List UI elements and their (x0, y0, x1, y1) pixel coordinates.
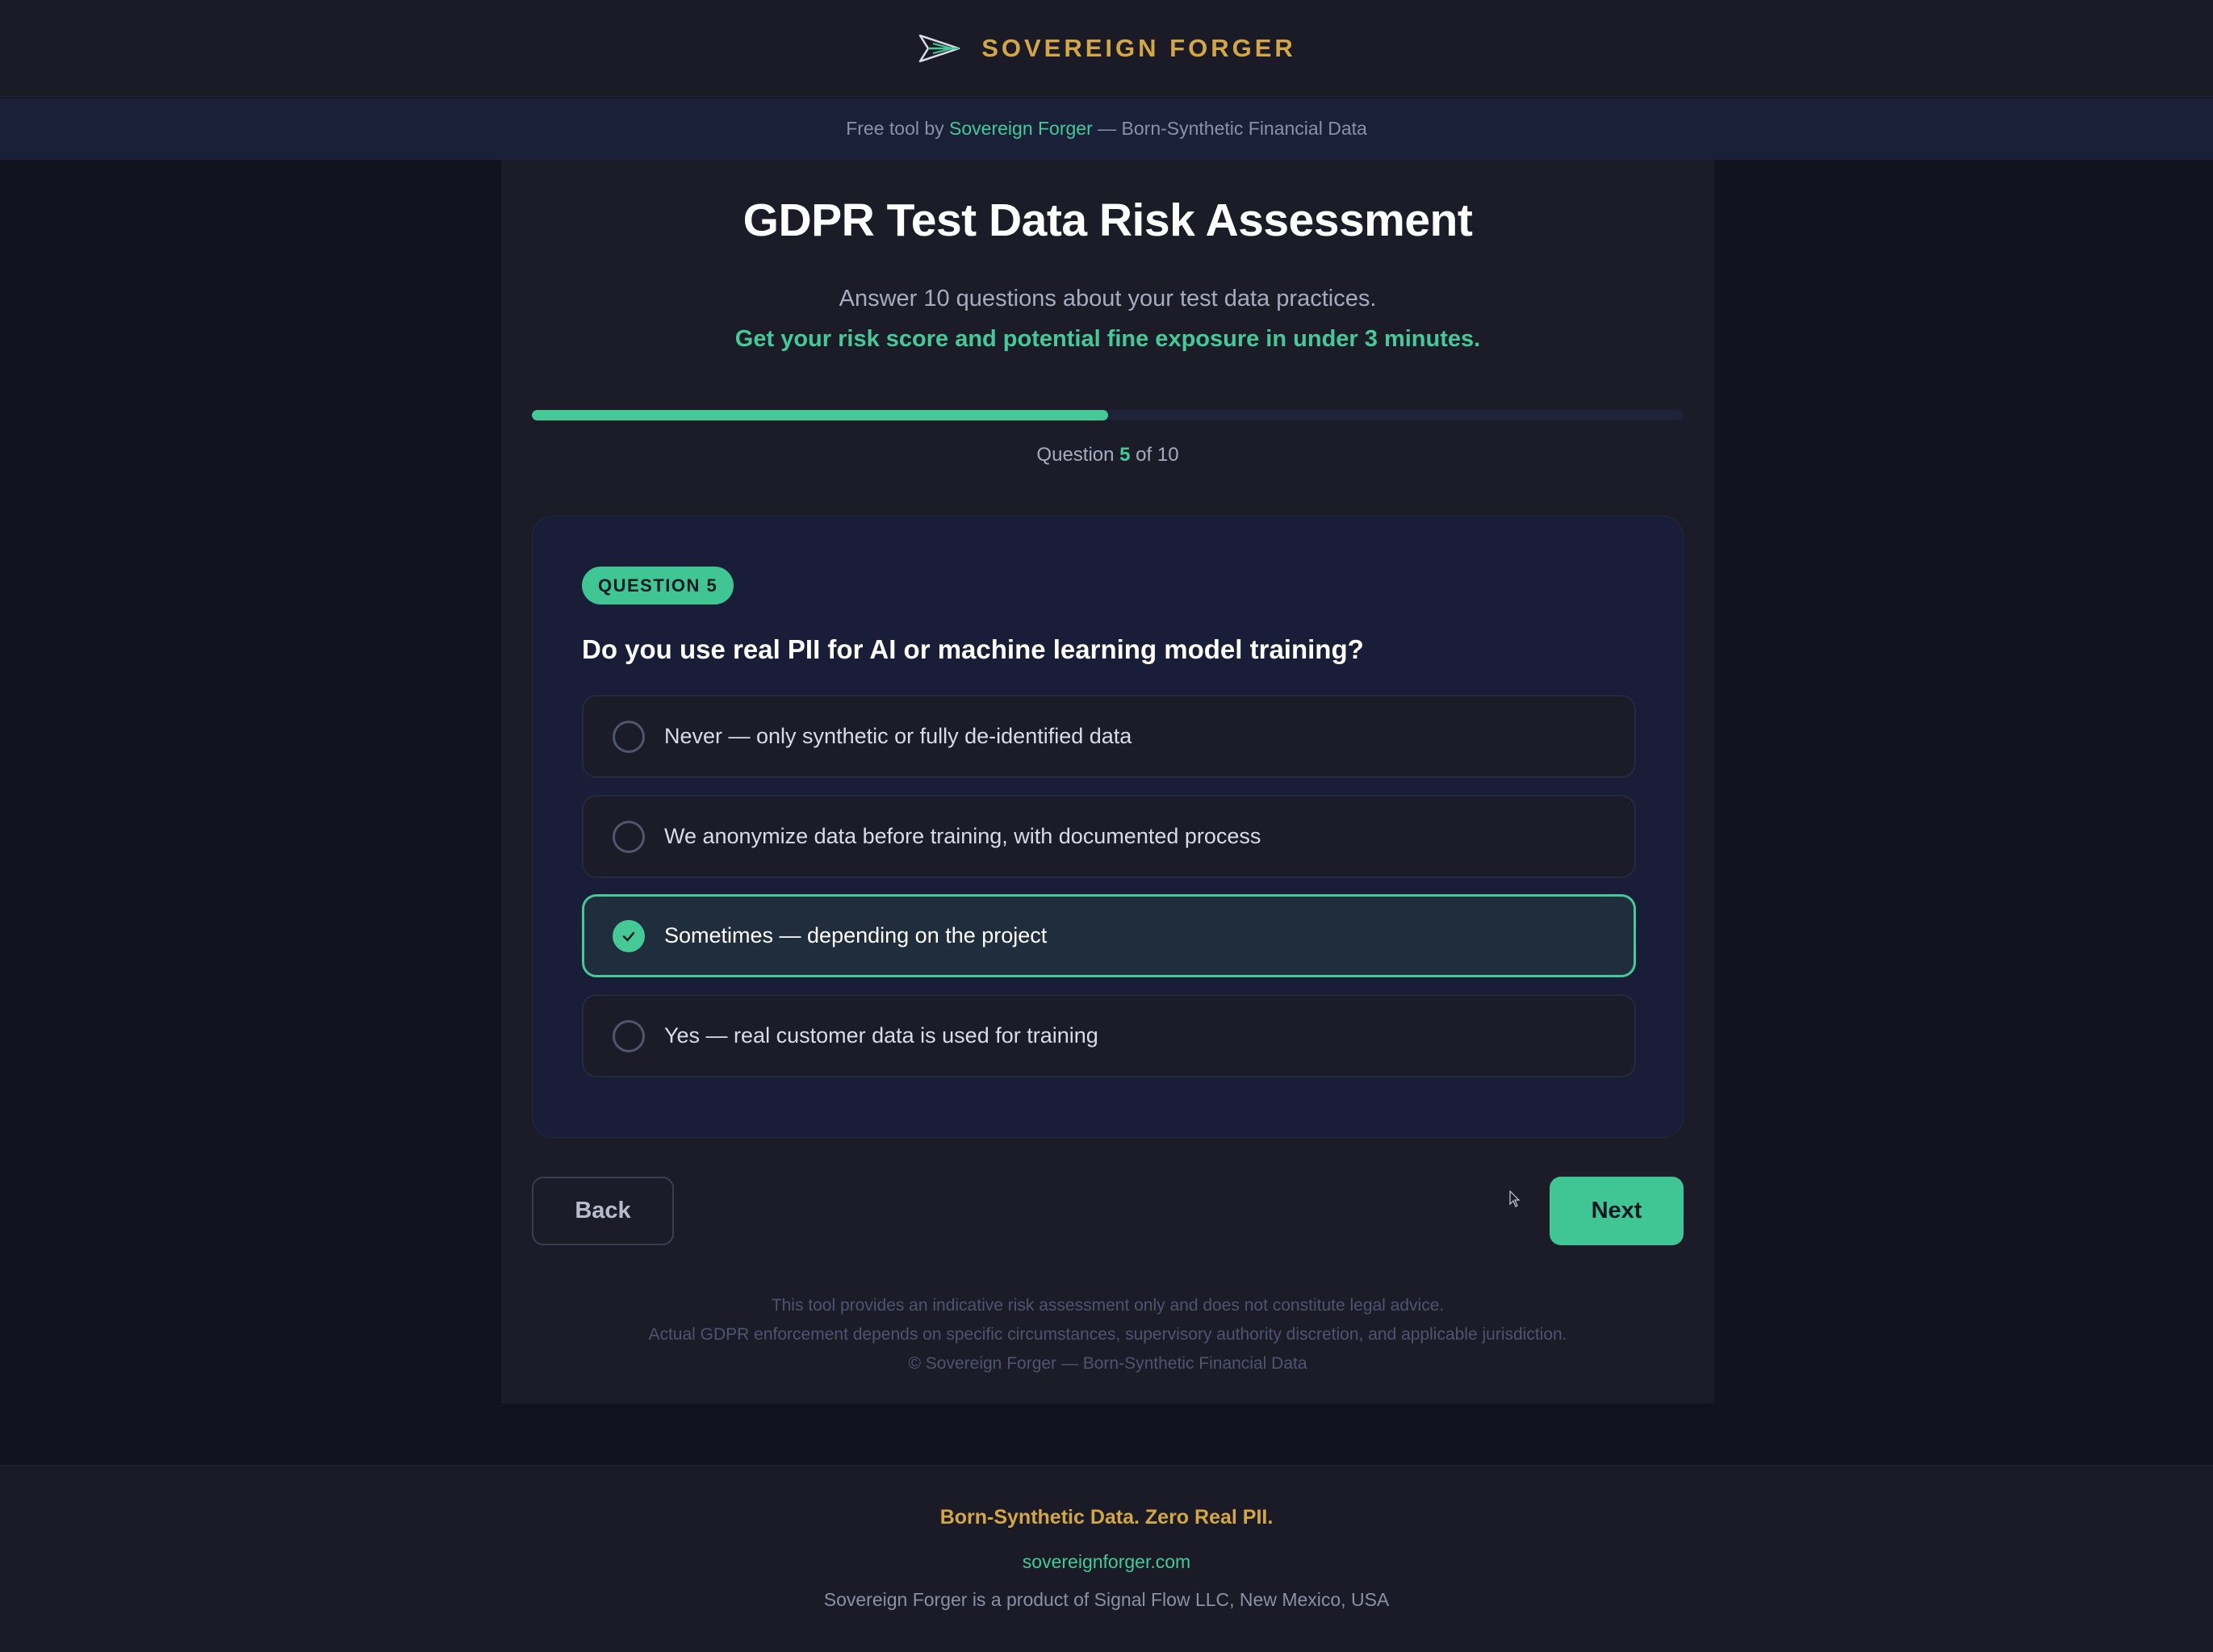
attribution-link[interactable]: Sovereign Forger (949, 118, 1093, 140)
page-footer: Born-Synthetic Data. Zero Real PII. sove… (0, 1465, 2213, 1652)
page-title: GDPR Test Data Risk Assessment (743, 194, 1473, 246)
question-badge: QUESTION 5 (582, 567, 734, 604)
top-header: SOVEREIGN FORGER (0, 0, 2213, 97)
question-text: Do you use real PII for AI or machine le… (582, 634, 1364, 664)
question-card: QUESTION 5 Do you use real PII for AI or… (532, 516, 1684, 1138)
question-counter: Question 5 of 10 (501, 444, 1714, 466)
next-button[interactable]: Next (1550, 1177, 1684, 1245)
check-circle-icon (613, 919, 645, 952)
assessment-panel: GDPR Test Data Risk Assessment Answer 10… (501, 160, 1714, 1403)
footer-tagline: Born-Synthetic Data. Zero Real PII. (939, 1506, 1274, 1529)
answer-option-label: We anonymize data before training, with … (664, 824, 1261, 848)
paper-plane-forge-logo-icon (918, 34, 960, 62)
footer-site-link[interactable]: sovereignforger.com (0, 1551, 2213, 1573)
page-tagline: Get your risk score and potential fine e… (734, 326, 1481, 352)
page-subtitle: Answer 10 questions about your test data… (839, 286, 1377, 312)
progress-bar (532, 410, 1684, 420)
disclaimer-line: Actual GDPR enforcement depends on speci… (648, 1325, 1567, 1344)
attribution-suffix: — Born-Synthetic Financial Data (1092, 118, 1367, 139)
radio-circle-icon (613, 820, 645, 853)
answer-option-label: Sometimes — depending on the project (664, 923, 1048, 947)
attribution-prefix: Free tool by (846, 118, 950, 139)
disclaimer-line: This tool provides an indicative risk as… (771, 1296, 1445, 1315)
answer-option-label: Yes — real customer data is used for tra… (664, 1023, 1098, 1048)
counter-current: 5 (1119, 444, 1131, 466)
answer-option-label: Never — only synthetic or fully de-ident… (664, 724, 1132, 748)
radio-circle-icon (613, 720, 645, 753)
brand-name: SOVEREIGN FORGER (981, 33, 1296, 62)
answer-option-2[interactable]: We anonymize data before training, with … (582, 795, 1636, 878)
copyright-line: © Sovereign Forger — Born-Synthetic Fina… (908, 1354, 1307, 1373)
back-button[interactable]: Back (532, 1177, 674, 1245)
counter-suffix: of 10 (1130, 444, 1179, 466)
answer-option-4[interactable]: Yes — real customer data is used for tra… (582, 994, 1636, 1077)
answer-option-3[interactable]: Sometimes — depending on the project (582, 894, 1636, 977)
brand[interactable]: SOVEREIGN FORGER (917, 29, 1296, 68)
mouse-cursor-icon (1509, 1190, 1521, 1207)
progress-fill (532, 410, 1108, 420)
attribution-bar: Free tool by Sovereign Forger — Born-Syn… (0, 98, 2213, 160)
counter-prefix: Question (1036, 444, 1120, 466)
footer-company: Sovereign Forger is a product of Signal … (823, 1589, 1390, 1610)
legal-disclaimer: This tool provides an indicative risk as… (501, 1291, 1714, 1378)
answer-option-1[interactable]: Never — only synthetic or fully de-ident… (582, 695, 1636, 778)
radio-circle-icon (613, 1019, 645, 1052)
